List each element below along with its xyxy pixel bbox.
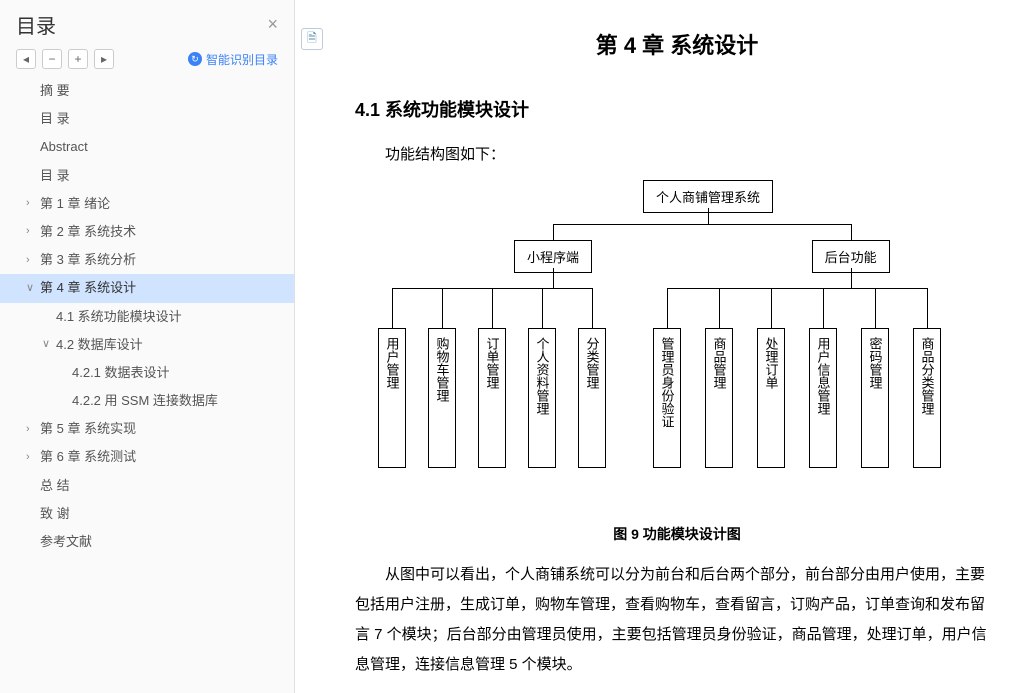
- connector-line: [553, 224, 554, 240]
- toc-item[interactable]: › 第 1 章 绪论: [0, 190, 294, 218]
- refresh-icon: ↻: [188, 52, 202, 66]
- sidebar-header: 目录 ×: [0, 0, 294, 45]
- connector-line: [553, 224, 851, 225]
- toc-item-label: 4.1 系统功能模块设计: [56, 308, 182, 326]
- toc-item[interactable]: 目 录: [0, 162, 294, 190]
- connector-line: [771, 288, 772, 328]
- toc-list: 摘 要目 录 Abstract 目 录 › 第 1 章 绪论 › 第 2 章 系统技术 › 第 …: [0, 77, 294, 693]
- sidebar-title: 目录: [16, 10, 56, 39]
- toc-item-label: 第 1 章 绪论: [40, 195, 110, 213]
- function-module-diagram: 个人商铺管理系统小程序端后台功能用户管理购物车管理订单管理个人资料管理分类管理管…: [367, 180, 987, 500]
- chevron-right-icon[interactable]: ›: [26, 450, 36, 465]
- diagram-leaf: 用户信息管理: [809, 328, 837, 468]
- toc-item[interactable]: ∨ 4.2 数据库设计: [0, 331, 294, 359]
- diagram-leaf: 分类管理: [578, 328, 606, 468]
- connector-line: [442, 288, 443, 328]
- toc-item[interactable]: 4.2.1 数据表设计: [0, 359, 294, 387]
- diagram-leaf: 商品分类管理: [913, 328, 941, 468]
- connector-line: [851, 268, 852, 288]
- connector-line: [823, 288, 824, 328]
- body-paragraph: 从图中可以看出，个人商铺系统可以分为前台和后台两个部分，前台部分由用户使用，主要…: [355, 560, 999, 680]
- chevron-down-icon[interactable]: ∨: [26, 281, 36, 296]
- toc-item-label: 第 4 章 系统设计: [40, 279, 136, 297]
- smart-toc-label: 智能识别目录: [206, 51, 278, 68]
- toc-item-label: 第 2 章 系统技术: [40, 223, 136, 241]
- toc-item-label: 4.2 数据库设计: [56, 336, 143, 354]
- intro-paragraph: 功能结构图如下：: [355, 140, 999, 170]
- toc-item-label: 摘 要: [40, 82, 70, 100]
- diagram-leaf: 用户管理: [378, 328, 406, 468]
- toc-item[interactable]: 4.1 系统功能模块设计: [0, 303, 294, 331]
- diagram-leaf: 管理员身份验证: [653, 328, 681, 468]
- toc-item[interactable]: › 第 3 章 系统分析: [0, 246, 294, 274]
- toc-item[interactable]: 摘 要: [0, 77, 294, 105]
- toc-sidebar: 目录 × ◂ − + ▸ ↻ 智能识别目录 摘 要目 录 Abstract 目 录 ›…: [0, 0, 295, 693]
- toc-item-label: 致 谢: [40, 505, 70, 523]
- toc-item[interactable]: 致 谢: [0, 500, 294, 528]
- diagram-leaf: 商品管理: [705, 328, 733, 468]
- diagram-leaf: 个人资料管理: [528, 328, 556, 468]
- chevron-right-icon[interactable]: ›: [26, 196, 36, 211]
- toc-item-label: Abstract: [40, 138, 88, 156]
- diagram-leaf: 处理订单: [757, 328, 785, 468]
- toc-item[interactable]: 目 录: [0, 105, 294, 133]
- toc-item[interactable]: 参考文献: [0, 528, 294, 556]
- diagram-leaf: 密码管理: [861, 328, 889, 468]
- chevron-down-icon[interactable]: ∨: [42, 337, 52, 352]
- toc-item-label: 第 3 章 系统分析: [40, 251, 136, 269]
- section-4-1-title: 4.1 系统功能模块设计: [355, 96, 999, 122]
- toc-item-label: 第 5 章 系统实现: [40, 420, 136, 438]
- toc-item[interactable]: 总 结: [0, 472, 294, 500]
- collapse-icon[interactable]: −: [42, 49, 62, 69]
- toc-item[interactable]: › 第 5 章 系统实现: [0, 415, 294, 443]
- connector-line: [492, 288, 493, 328]
- nav-left-icon[interactable]: ◂: [16, 49, 36, 69]
- connector-line: [553, 268, 554, 288]
- toc-item[interactable]: › 第 6 章 系统测试: [0, 443, 294, 471]
- figure-caption: 图 9 功能模块设计图: [355, 524, 999, 544]
- toc-item[interactable]: Abstract: [0, 133, 294, 161]
- sidebar-toolbar: ◂ − + ▸ ↻ 智能识别目录: [0, 45, 294, 77]
- connector-line: [392, 288, 393, 328]
- toc-item-label: 目 录: [40, 110, 70, 128]
- toc-item[interactable]: 4.2.2 用 SSM 连接数据库: [0, 387, 294, 415]
- connector-line: [927, 288, 928, 328]
- connector-line: [719, 288, 720, 328]
- expand-icon[interactable]: +: [68, 49, 88, 69]
- chapter-title: 第 4 章 系统设计: [355, 28, 999, 60]
- nav-right-icon[interactable]: ▸: [94, 49, 114, 69]
- connector-line: [667, 288, 927, 289]
- toc-item-label: 总 结: [40, 477, 70, 495]
- toc-item-label: 目 录: [40, 167, 70, 185]
- close-icon[interactable]: ×: [267, 14, 278, 35]
- chevron-right-icon[interactable]: ›: [26, 224, 36, 239]
- toc-item[interactable]: ∨ 第 4 章 系统设计: [0, 274, 294, 302]
- page-icon[interactable]: 🗎: [301, 28, 323, 50]
- connector-line: [542, 288, 543, 328]
- connector-line: [592, 288, 593, 328]
- toc-item-label: 4.2.1 数据表设计: [72, 364, 170, 382]
- toc-item-label: 4.2.2 用 SSM 连接数据库: [72, 392, 218, 410]
- connector-line: [875, 288, 876, 328]
- diagram-leaf: 订单管理: [478, 328, 506, 468]
- toc-item-label: 第 6 章 系统测试: [40, 448, 136, 466]
- toc-item[interactable]: › 第 2 章 系统技术: [0, 218, 294, 246]
- diagram-leaf: 购物车管理: [428, 328, 456, 468]
- connector-line: [708, 208, 709, 224]
- chevron-right-icon[interactable]: ›: [26, 422, 36, 437]
- smart-toc-button[interactable]: ↻ 智能识别目录: [188, 51, 278, 68]
- connector-line: [667, 288, 668, 328]
- sidebar-resize-handle[interactable]: [290, 0, 294, 693]
- document-content: 🗎 第 4 章 系统设计 4.1 系统功能模块设计 功能结构图如下： 个人商铺管…: [295, 0, 1034, 693]
- toc-item-label: 参考文献: [40, 533, 92, 551]
- chevron-right-icon[interactable]: ›: [26, 253, 36, 268]
- connector-line: [851, 224, 852, 240]
